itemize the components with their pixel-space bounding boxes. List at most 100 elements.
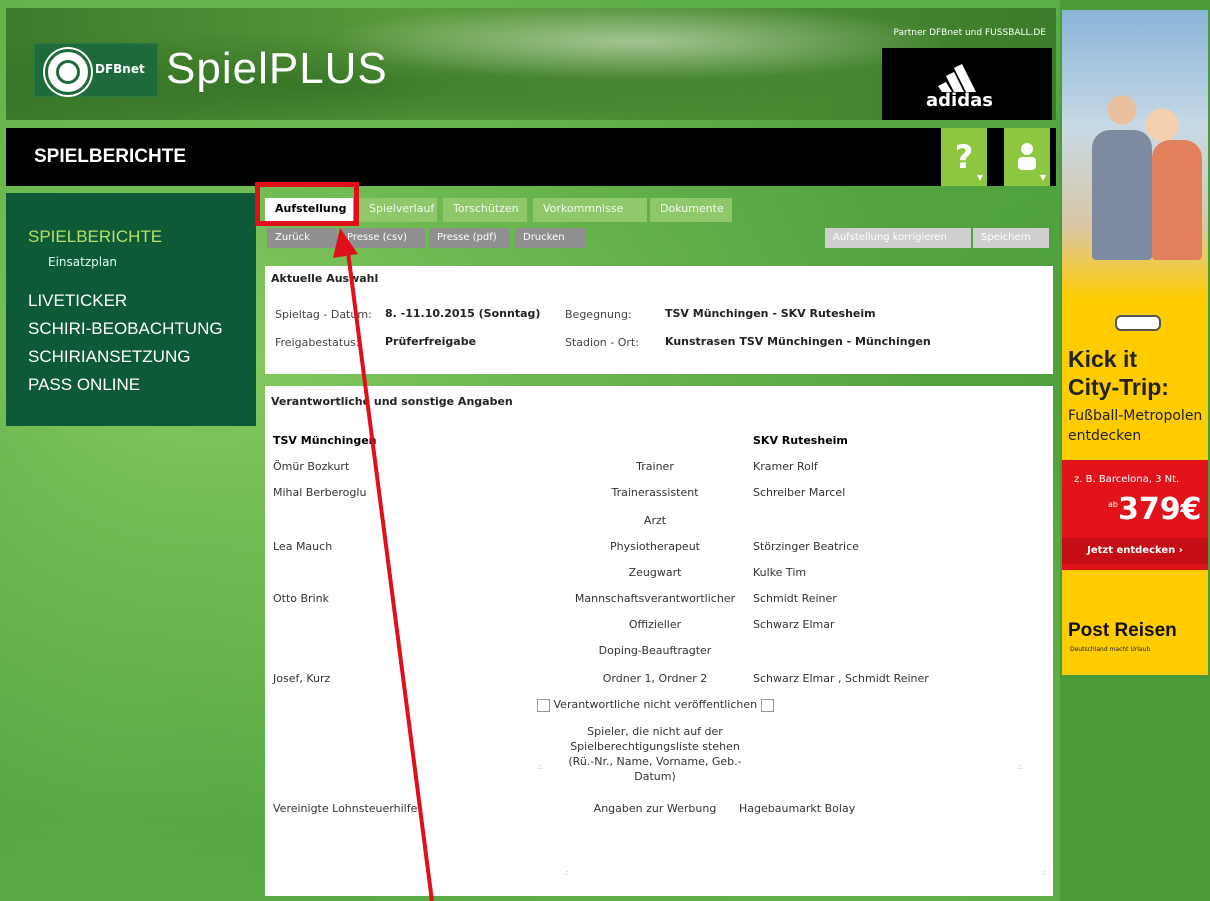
caret-down-icon: ▼ — [976, 173, 983, 182]
ad-subline-line: Fußball-Metropolen — [1068, 408, 1203, 424]
officials-title: Verantwortliche und sonstige Angaben — [271, 395, 513, 408]
ad-figure — [1152, 140, 1202, 260]
home-official[interactable]: Mihal Berberoglu — [273, 486, 366, 499]
status-label: Freigabestatus: — [275, 336, 360, 349]
ad-offer: z. B. Barcelona, 3 Nt. ab 379€ Jetzt ent… — [1062, 460, 1208, 570]
resize-grip-icon[interactable]: .: — [1017, 762, 1022, 771]
away-official[interactable]: Schmidt Reiner — [753, 592, 837, 605]
print-button[interactable]: Drucken — [515, 228, 585, 248]
page-title: SPIELBERICHTE — [34, 146, 187, 167]
stadium-value: Kunstrasen TSV Münchingen - Münchingen — [665, 335, 931, 348]
selection-panel: Aktuelle Auswahl Spieltag - Datum: 8. -1… — [265, 266, 1053, 374]
ad-subline: Fußball-Metropolen entdecken — [1068, 406, 1202, 446]
away-official[interactable]: Kulke Tim — [753, 566, 806, 579]
away-official[interactable]: Kramer Rolf — [753, 460, 818, 473]
not-publish-row: Verantwortliche nicht veröffentlichen — [537, 698, 774, 712]
status-value: Prüferfreigabe — [385, 335, 477, 348]
header-banner: DFBnet SpielPLUS Partner DFBnet und FUSS… — [6, 8, 1056, 120]
resize-grip-icon[interactable]: .: — [1041, 868, 1046, 877]
adidas-icon — [938, 64, 976, 92]
home-advert[interactable]: Vereinigte Lohnsteuerhilfe — [273, 802, 417, 815]
user-icon — [1018, 143, 1036, 170]
resize-grip-icon[interactable]: .: — [563, 868, 568, 877]
tab-torschuetzen[interactable]: Torschützen — [443, 198, 527, 222]
officials-panel: Verantwortliche und sonstige Angaben TSV… — [265, 386, 1053, 896]
sponsor-logo[interactable]: adidas — [882, 48, 1052, 120]
ad-figure — [1092, 130, 1152, 260]
sidebar: SPIELBERICHTE Einsatzplan LIVETICKER SCH… — [6, 193, 256, 426]
sidebar-item-spielberichte[interactable]: SPIELBERICHTE — [28, 227, 162, 247]
ad-ab-text: ab — [1108, 500, 1118, 509]
sidebar-item-pass-online[interactable]: PASS ONLINE — [28, 375, 140, 395]
matchday-label: Spieltag - Datum: — [275, 308, 372, 321]
ad-tag-icon — [1115, 315, 1161, 331]
help-button[interactable]: ? ▼ — [941, 128, 987, 186]
logo-text: DFBnet — [95, 62, 145, 76]
sidebar-item-schiriansetzung[interactable]: SCHIRIANSETZUNG — [28, 347, 190, 367]
role-label: Zeugwart — [628, 566, 682, 579]
home-official[interactable]: Otto Brink — [273, 592, 329, 605]
press-csv-button[interactable]: Presse (csv) — [339, 228, 425, 248]
save-button[interactable]: Speichern — [973, 228, 1049, 248]
ad-photo — [1062, 10, 1208, 300]
away-official[interactable]: Schreiber Marcel — [753, 486, 845, 499]
role-label: Mannschaftsverantwortlicher — [574, 592, 736, 605]
toolbar: Zurück Presse (csv) Presse (pdf) Drucken… — [265, 224, 1053, 252]
dfb-logo[interactable]: DFBnet — [34, 43, 158, 97]
tab-dokumente[interactable]: Dokumente — [650, 198, 732, 222]
ad-slogan: Deutschland macht Urlaub — [1070, 646, 1151, 653]
away-not-publish-checkbox[interactable] — [760, 698, 774, 712]
home-not-publish-checkbox[interactable] — [537, 698, 550, 712]
ad-headline-line: City-Trip: — [1068, 374, 1169, 400]
user-menu-button[interactable]: ▼ — [1004, 128, 1050, 186]
resize-grip-icon[interactable]: .: — [537, 762, 542, 771]
advertisement[interactable]: Kick it City-Trip: Fußball-Metropolen en… — [1062, 10, 1208, 675]
highlight-box — [255, 182, 359, 226]
back-button[interactable]: Zurück — [267, 228, 337, 248]
tab-spielverlauf[interactable]: Spielverlauf — [359, 198, 437, 222]
dfb-emblem-icon — [45, 49, 91, 95]
home-official[interactable]: Ömür Bozkurt — [273, 460, 349, 473]
encounter-value: TSV Münchingen - SKV Rutesheim — [665, 307, 876, 320]
matchday-value: 8. -11.10.2015 (Sonntag) — [385, 307, 541, 320]
stadium-label: Stadion - Ort: — [565, 336, 639, 349]
advert-label: Angaben zur Werbung — [593, 802, 717, 815]
away-official[interactable]: Störzinger Beatrice — [753, 540, 859, 553]
home-official[interactable]: Lea Mauch — [273, 540, 332, 553]
role-label: Physiotherapeut — [610, 540, 700, 553]
sidebar-item-einsatzplan[interactable]: Einsatzplan — [48, 255, 117, 269]
role-label: Ordner 1, Ordner 2 — [602, 672, 708, 685]
sidebar-item-schiri-beobachtung[interactable]: SCHIRI-BEOBACHTUNG — [28, 319, 223, 339]
help-icon: ? — [954, 138, 974, 176]
tab-vorkommnisse[interactable]: Vorkommnisse — [533, 198, 647, 222]
ad-headline: Kick it City-Trip: — [1068, 345, 1169, 401]
role-label: Offizieller — [628, 618, 682, 631]
home-official[interactable]: Josef, Kurz — [273, 672, 330, 685]
caret-down-icon: ▼ — [1039, 173, 1046, 182]
players-label: Spieler, die nicht auf der Spielberechti… — [568, 725, 742, 783]
not-publish-label: Verantwortliche nicht veröffentlichen — [553, 698, 758, 711]
encounter-label: Begegnung: — [565, 308, 632, 321]
ad-cta-button[interactable]: Jetzt entdecken › — [1062, 538, 1208, 564]
ad-price: 379€ — [1118, 492, 1202, 527]
away-team-name: SKV Rutesheim — [753, 434, 848, 447]
role-label: Doping-Beauftragter — [598, 644, 712, 657]
home-team-name: TSV Münchingen — [273, 434, 377, 447]
title-bar: SPIELBERICHTE ? ▼ ▼ — [6, 128, 1056, 186]
away-official[interactable]: Schwarz Elmar , Schmidt Reiner — [753, 672, 929, 685]
partner-text: Partner DFBnet und FUSSBALL.DE — [893, 28, 1047, 38]
role-label: Arzt — [643, 514, 667, 527]
sponsor-name: adidas — [926, 90, 993, 111]
ad-subline-line: entdecken — [1068, 428, 1142, 444]
ad-offer-text: z. B. Barcelona, 3 Nt. — [1074, 474, 1180, 485]
away-advert[interactable]: Hagebaumarkt Bolay — [739, 802, 855, 815]
correct-lineup-button[interactable]: Aufstellung korrigieren — [825, 228, 971, 248]
brand-name: SpielPLUS — [166, 44, 388, 93]
press-pdf-button[interactable]: Presse (pdf) — [429, 228, 509, 248]
ad-brand: Post Reisen — [1068, 620, 1177, 641]
selection-title: Aktuelle Auswahl — [271, 272, 379, 285]
role-label: Trainer — [636, 460, 674, 473]
ad-headline-line: Kick it — [1068, 346, 1138, 372]
away-official[interactable]: Schwarz Elmar — [753, 618, 835, 631]
sidebar-item-liveticker[interactable]: LIVETICKER — [28, 291, 127, 311]
